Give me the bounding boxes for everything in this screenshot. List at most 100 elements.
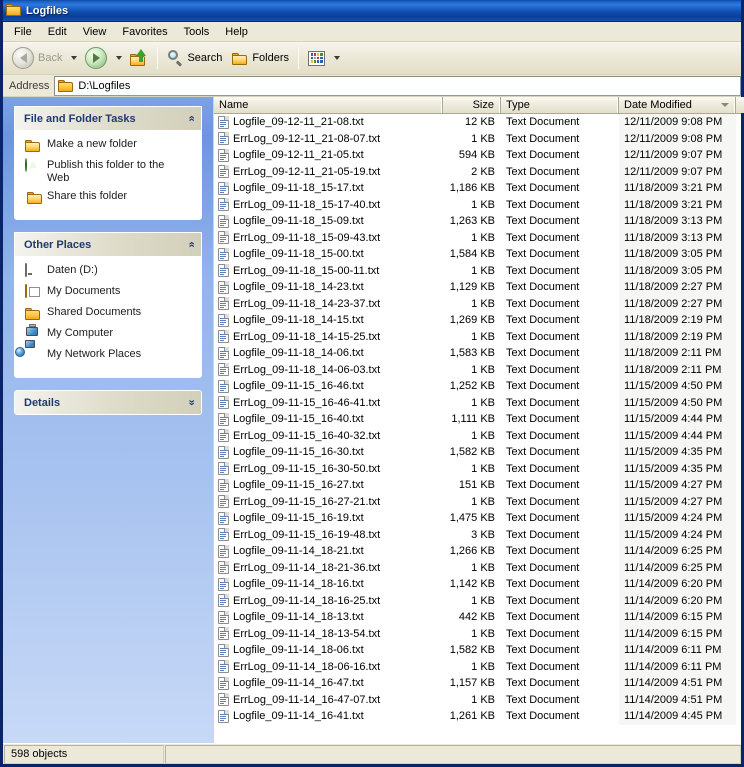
cell-empty <box>736 279 741 296</box>
table-row[interactable]: Logfile_09-11-15_16-30.txt 1,582 KB Text D… <box>214 444 741 461</box>
menu-item-edit[interactable]: Edit <box>40 24 75 40</box>
table-row[interactable]: ErrLog_09-11-14_18-21-36.txt 1 KB Text Doc… <box>214 559 741 576</box>
chevron-down-icon <box>115 56 122 60</box>
forward-dropdown-button[interactable] <box>112 45 125 71</box>
file-list[interactable]: Logfile_09-12-11_21-08.txt 12 KB Text Docu… <box>214 114 741 743</box>
address-input[interactable]: D:\Logfiles <box>54 75 741 96</box>
table-row[interactable]: Logfile_09-11-18_15-17.txt 1,186 KB Text D… <box>214 180 741 197</box>
table-row[interactable]: Logfile_09-11-14_18-13.txt 442 KB Text Doc… <box>214 609 741 626</box>
cell-size: 1 KB <box>471 231 495 244</box>
column-header-empty[interactable] <box>736 97 744 113</box>
cell-name: ErrLog_09-11-14_18-16-25.txt <box>214 593 443 610</box>
forward-button[interactable] <box>80 45 112 71</box>
table-row[interactable]: Logfile_09-11-18_15-00.txt 1,584 KB Text D… <box>214 246 741 263</box>
table-row[interactable]: ErrLog_09-11-14_18-16-25.txt 1 KB Text Doc… <box>214 592 741 610</box>
file-name: ErrLog_09-11-18_15-17-40.txt <box>233 198 381 211</box>
menu-item-help[interactable]: Help <box>217 24 256 40</box>
table-row[interactable]: Logfile_09-12-11_21-08.txt 12 KB Text Docu… <box>214 114 741 131</box>
table-row[interactable]: ErrLog_09-11-18_15-17-40.txt 1 KB Text Doc… <box>214 196 741 213</box>
views-button[interactable] <box>303 45 330 71</box>
cell-date-modified: 11/15/2009 4:44 PM <box>619 411 736 428</box>
text-document-icon <box>218 346 229 360</box>
table-row[interactable]: ErrLog_09-12-11_21-05-19.txt 2 KB Text Doc… <box>214 163 741 180</box>
cell-type: Text Document <box>506 380 580 393</box>
sidebar-item-my-network-places[interactable]: My Network Places <box>15 340 201 365</box>
table-row[interactable]: Logfile_09-11-18_14-15.txt 1,269 KB Text D… <box>214 312 741 329</box>
table-row[interactable]: ErrLog_09-11-14_18-06-16.txt 1 KB Text Doc… <box>214 658 741 675</box>
panel-header-details[interactable]: Details » <box>15 391 201 414</box>
chevron-up-icon[interactable]: « <box>185 241 197 247</box>
table-row[interactable]: Logfile_09-11-15_16-19.txt 1,475 KB Text D… <box>214 510 741 527</box>
menu-item-tools[interactable]: Tools <box>176 24 218 40</box>
cell-date-modified: 12/11/2009 9:08 PM <box>619 130 736 147</box>
table-row[interactable]: Logfile_09-11-18_14-23.txt 1,129 KB Text D… <box>214 279 741 296</box>
back-label: Back <box>38 52 63 64</box>
sidebar-item-label: Publish this folder to the Web <box>47 159 165 184</box>
column-header-type[interactable]: Type <box>501 97 619 113</box>
folders-button[interactable]: Folders <box>227 45 294 71</box>
table-row[interactable]: Logfile_09-11-14_16-47.txt 1,157 KB Text D… <box>214 675 741 692</box>
table-row[interactable]: Logfile_09-11-14_16-41.txt 1,261 KB Text D… <box>214 708 741 725</box>
table-row[interactable]: ErrLog_09-11-14_18-13-54.txt 1 KB Text Doc… <box>214 625 741 642</box>
table-row[interactable]: ErrLog_09-11-15_16-40-32.txt 1 KB Text Doc… <box>214 427 741 444</box>
text-document-icon <box>218 148 229 162</box>
cell-date-modified: 11/15/2009 4:50 PM <box>619 394 736 411</box>
table-row[interactable]: ErrLog_09-11-18_15-00-11.txt 1 KB Text Doc… <box>214 262 741 279</box>
sidebar-item-shared-documents[interactable]: Shared Documents <box>15 305 201 323</box>
chevron-down-icon <box>333 56 340 60</box>
magnifier-icon <box>167 50 183 67</box>
table-row[interactable]: Logfile_09-11-15_16-46.txt 1,252 KB Text D… <box>214 378 741 395</box>
table-row[interactable]: ErrLog_09-11-18_14-15-25.txt 1 KB Text Doc… <box>214 328 741 345</box>
table-row[interactable]: ErrLog_09-11-18_15-09-43.txt 1 KB Text Doc… <box>214 229 741 246</box>
column-header-name[interactable]: Name <box>214 97 443 113</box>
column-header-size[interactable]: Size <box>443 97 501 113</box>
table-row[interactable]: ErrLog_09-11-18_14-06-03.txt 1 KB Text Doc… <box>214 361 741 379</box>
table-row[interactable]: Logfile_09-11-15_16-27.txt 151 KB Text Doc… <box>214 477 741 494</box>
table-row[interactable]: ErrLog_09-11-14_16-47-07.txt 1 KB Text Doc… <box>214 691 741 708</box>
sidebar-item-share-folder[interactable]: Share this folder <box>15 189 201 207</box>
sidebar-item-publish-to-web[interactable]: Publish this folder to the Web <box>15 158 201 186</box>
sidebar-item-daten-d[interactable]: Daten (D:) <box>15 263 201 281</box>
sidebar-item-my-documents[interactable]: My Documents <box>15 284 201 302</box>
cell-type: Text Document <box>506 264 580 277</box>
table-row[interactable]: Logfile_09-11-18_15-09.txt 1,263 KB Text D… <box>214 213 741 230</box>
table-row[interactable]: ErrLog_09-11-15_16-46-41.txt 1 KB Text Doc… <box>214 394 741 411</box>
explorer-window: Logfiles File Edit View Favorites Tools … <box>0 0 744 767</box>
table-row[interactable]: ErrLog_09-11-18_14-23-37.txt 1 KB Text Doc… <box>214 295 741 312</box>
cell-size: 1,252 KB <box>449 380 495 393</box>
table-row[interactable]: ErrLog_09-11-15_16-27-21.txt 1 KB Text Doc… <box>214 493 741 510</box>
column-header-date-modified[interactable]: Date Modified <box>619 97 736 113</box>
up-button[interactable] <box>125 45 153 71</box>
menu-item-file[interactable]: File <box>6 24 40 40</box>
cell-type: Text Document <box>506 396 580 409</box>
cell-date-modified: 11/18/2009 2:11 PM <box>619 345 736 362</box>
folders-label: Folders <box>252 52 290 64</box>
chevron-down-icon[interactable]: » <box>185 399 197 405</box>
table-row[interactable]: Logfile_09-11-14_18-16.txt 1,142 KB Text D… <box>214 576 741 593</box>
table-row[interactable]: Logfile_09-11-14_18-21.txt 1,266 KB Text D… <box>214 543 741 560</box>
panel-header-file-and-folder-tasks[interactable]: File and Folder Tasks « <box>15 107 201 130</box>
status-object-count: 598 objects <box>4 744 164 764</box>
back-button[interactable]: Back <box>7 45 67 71</box>
cell-type: Text Document <box>506 479 580 492</box>
table-row[interactable]: ErrLog_09-11-15_16-19-48.txt 3 KB Text Doc… <box>214 526 741 543</box>
text-document-icon <box>218 676 229 690</box>
search-button[interactable]: Search <box>162 45 227 71</box>
sidebar-item-my-computer[interactable]: My Computer <box>15 324 201 344</box>
panel-header-other-places[interactable]: Other Places « <box>15 233 201 256</box>
views-dropdown-button[interactable] <box>330 45 343 71</box>
table-row[interactable]: Logfile_09-11-14_18-06.txt 1,582 KB Text D… <box>214 642 741 659</box>
cell-size: 1 KB <box>471 693 495 706</box>
menu-item-favorites[interactable]: Favorites <box>114 24 175 40</box>
table-row[interactable]: ErrLog_09-12-11_21-08-07.txt 1 KB Text Doc… <box>214 130 741 147</box>
sidebar-item-make-new-folder[interactable]: Make a new folder <box>15 137 201 155</box>
text-document-icon <box>218 247 229 261</box>
menu-item-view[interactable]: View <box>75 24 115 40</box>
table-row[interactable]: Logfile_09-11-15_16-40.txt 1,111 KB Text D… <box>214 411 741 428</box>
back-dropdown-button[interactable] <box>67 45 80 71</box>
table-row[interactable]: ErrLog_09-11-15_16-30-50.txt 1 KB Text Doc… <box>214 460 741 477</box>
chevron-up-icon[interactable]: « <box>185 115 197 121</box>
table-row[interactable]: Logfile_09-12-11_21-05.txt 594 KB Text Doc… <box>214 147 741 164</box>
cell-empty <box>736 362 741 379</box>
table-row[interactable]: Logfile_09-11-18_14-06.txt 1,583 KB Text D… <box>214 345 741 362</box>
